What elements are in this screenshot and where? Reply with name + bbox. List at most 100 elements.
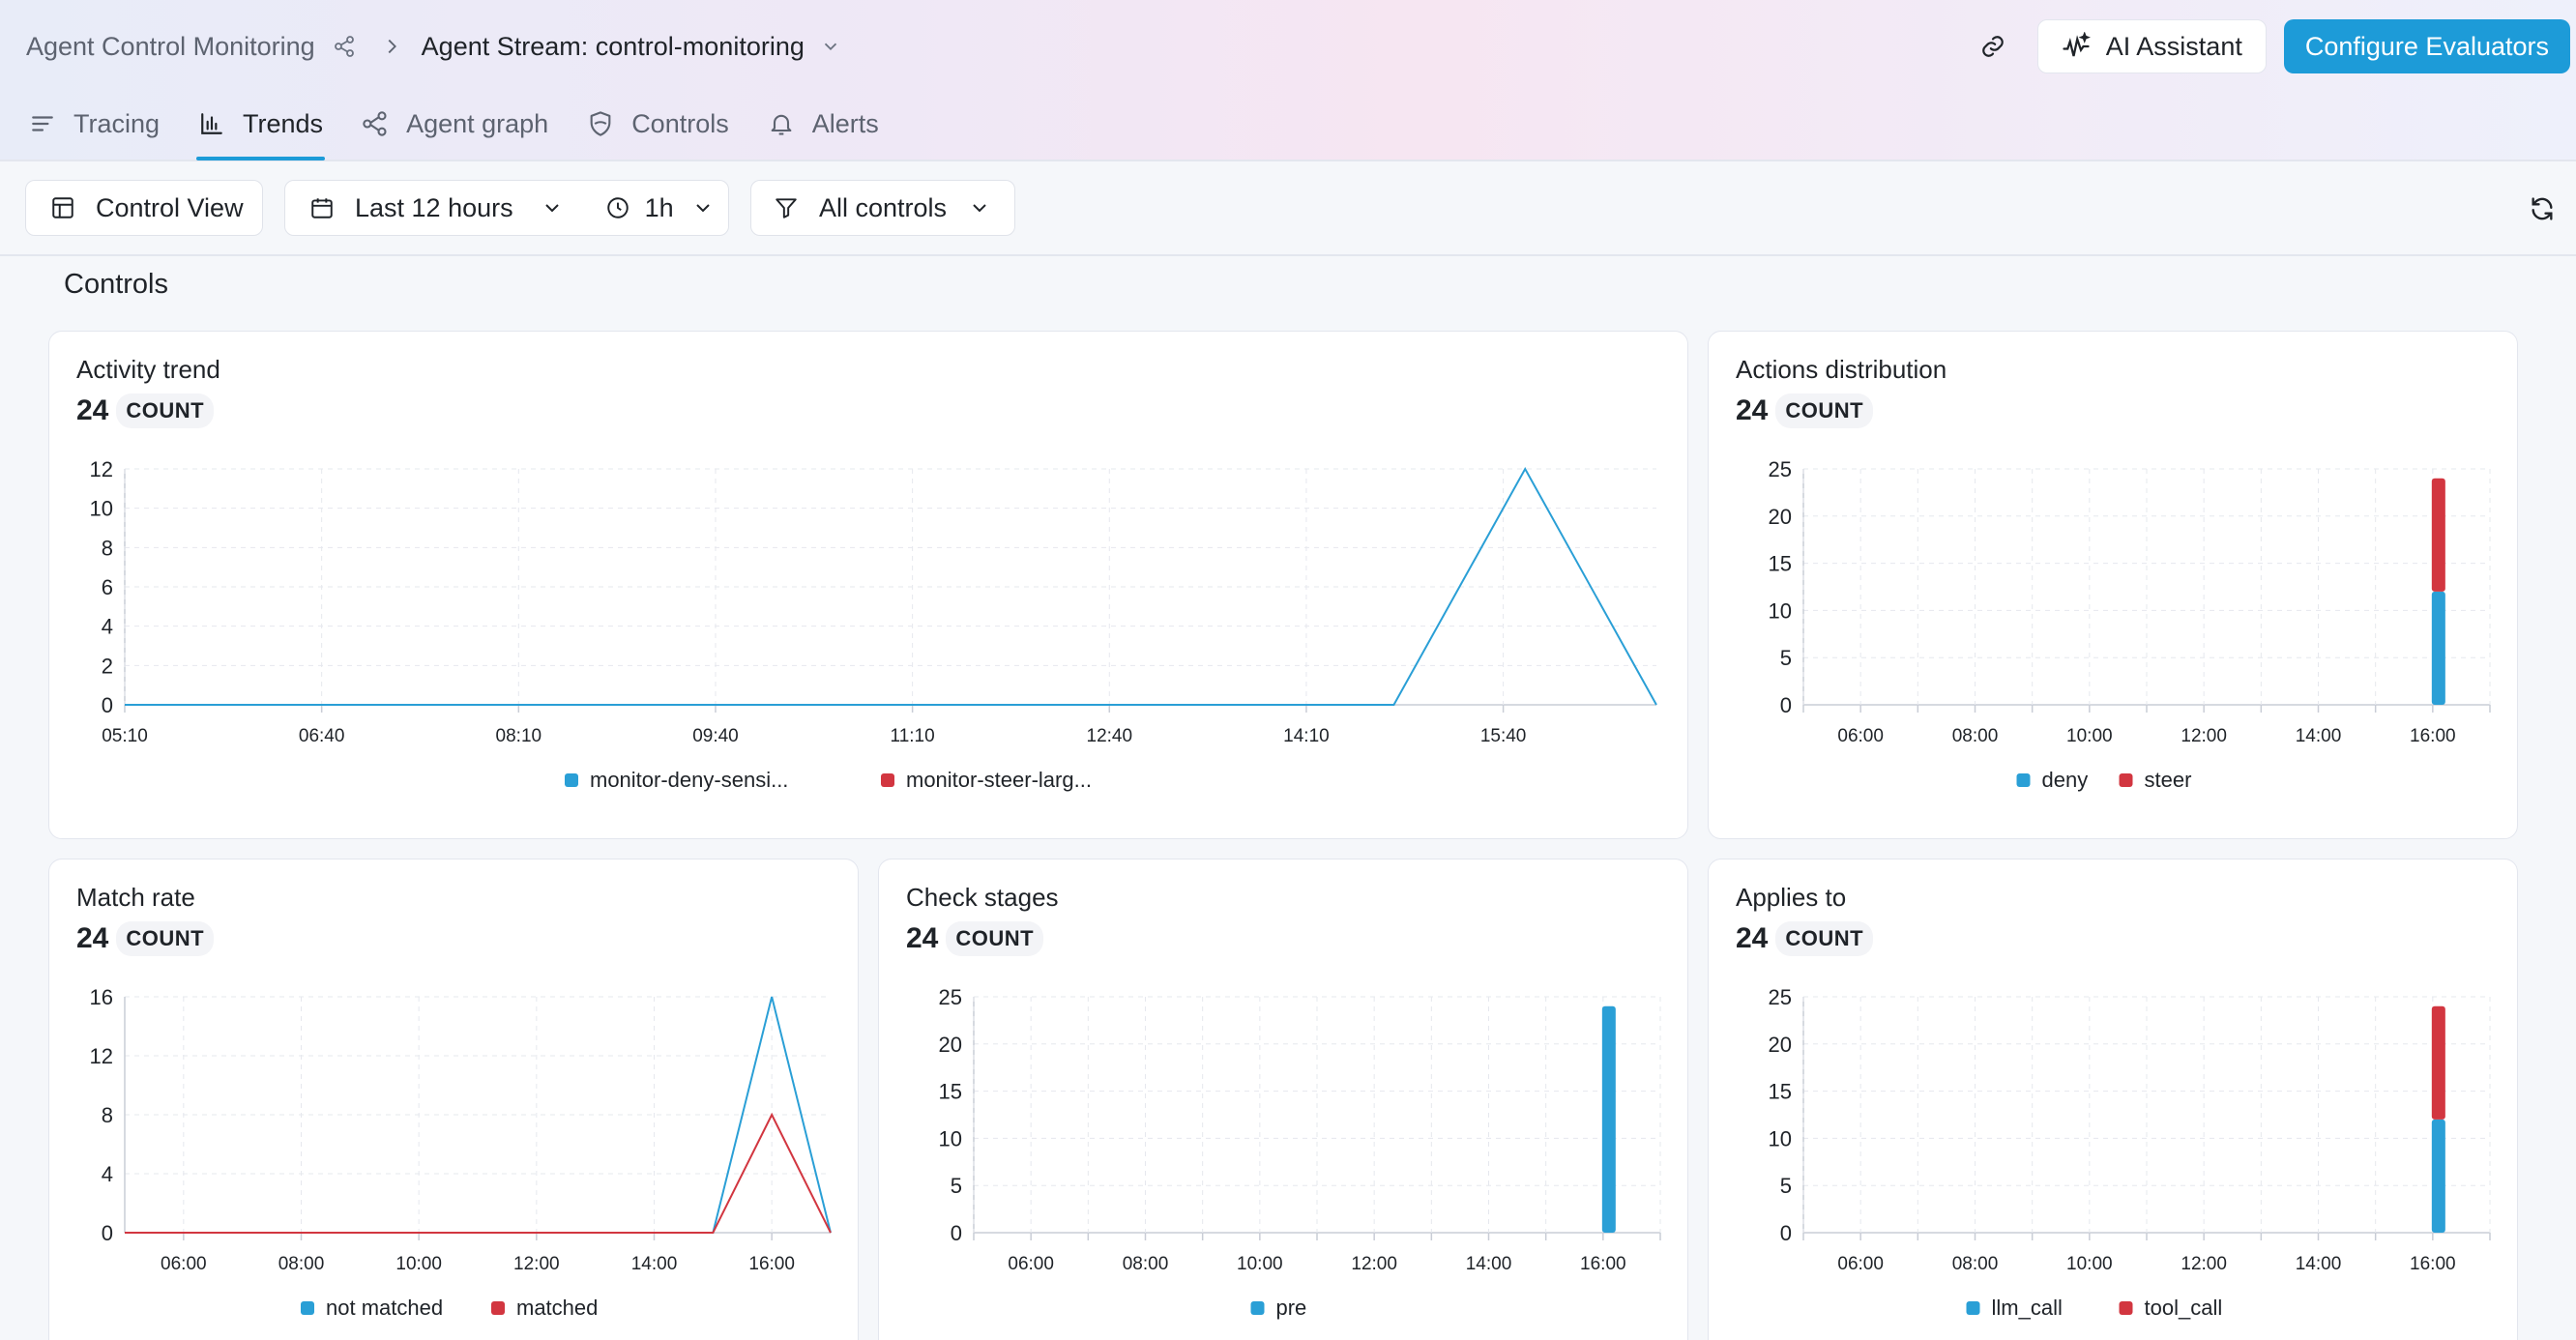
clock-icon[interactable] xyxy=(604,194,631,221)
x-tick-label: 06:00 xyxy=(1837,1254,1884,1274)
x-tick-label: 08:00 xyxy=(1123,1254,1169,1274)
bar-pre xyxy=(1601,1005,1616,1233)
configure-evaluators-button[interactable]: Configure Evaluators xyxy=(2283,19,2570,73)
tab-bar: Tracing Trends Agent graph Controls Aler… xyxy=(29,99,918,160)
graph-icon xyxy=(362,110,389,137)
x-tick-label: 14:00 xyxy=(631,1254,678,1274)
chevron-down-icon[interactable] xyxy=(818,34,843,59)
tab-trends[interactable]: Trends xyxy=(196,99,326,160)
y-tick-label: 20 xyxy=(1769,1033,1792,1057)
y-tick-label: 2 xyxy=(102,654,113,678)
y-tick-label: 15 xyxy=(939,1080,962,1104)
x-tick-label: 08:10 xyxy=(496,726,542,746)
y-tick-label: 4 xyxy=(102,1162,113,1186)
tab-controls[interactable]: Controls xyxy=(587,99,729,160)
x-tick-label: 12:00 xyxy=(1351,1254,1397,1274)
x-tick-label: 06:00 xyxy=(161,1254,207,1274)
filter-label: All controls xyxy=(819,192,948,222)
y-tick-label: 0 xyxy=(951,1221,962,1245)
legend-label: llm_call xyxy=(1992,1296,2063,1320)
copy-link-button[interactable] xyxy=(1966,19,2020,73)
x-tick-label: 11:10 xyxy=(891,726,935,746)
bell-icon xyxy=(768,110,795,137)
y-tick-label: 5 xyxy=(1780,1174,1792,1198)
tab-label: Agent graph xyxy=(406,108,549,138)
check-stages-card: Check stages 24 COUNT 0 5 10 15 20 25 06:00 08:… xyxy=(878,859,1688,1340)
y-tick-label: 15 xyxy=(1769,1080,1792,1104)
y-tick-label: 0 xyxy=(1780,1221,1792,1245)
x-tick-label: 12:00 xyxy=(2181,1254,2227,1274)
breadcrumb-parent[interactable]: Agent Control Monitoring xyxy=(26,32,315,62)
x-tick-label: 14:10 xyxy=(1283,726,1330,746)
y-tick-label: 0 xyxy=(102,1221,113,1245)
y-tick-label: 0 xyxy=(102,693,113,717)
x-tick-label: 09:40 xyxy=(692,726,739,746)
match-rate-chart: 0 4 8 12 16 06:00 08:00 10:00 12:00 14:00 16:00 not… xyxy=(90,985,832,1320)
x-tick-label: 08:00 xyxy=(278,1254,325,1274)
x-tick-label: 06:40 xyxy=(299,726,345,746)
y-tick-label: 16 xyxy=(90,985,113,1009)
calendar-icon[interactable] xyxy=(308,194,336,221)
x-tick-label: 10:00 xyxy=(1237,1254,1283,1274)
x-tick-label: 12:40 xyxy=(1087,726,1133,746)
list-icon xyxy=(29,110,56,137)
actions-distribution-card: Actions distribution 24 COUNT 0 5 10 15 20 25… xyxy=(1708,331,2518,839)
legend-label: tool_call xyxy=(2145,1296,2223,1320)
legend-label: pre xyxy=(1276,1296,1307,1320)
interval-label[interactable]: 1h xyxy=(645,193,674,223)
y-tick-label: 8 xyxy=(102,536,113,560)
view-label: Control View xyxy=(96,192,244,222)
y-tick-label: 6 xyxy=(102,575,113,599)
y-tick-label: 20 xyxy=(1769,505,1792,529)
x-tick-label: 12:00 xyxy=(513,1254,560,1274)
x-tick-label: 08:00 xyxy=(1952,726,1999,746)
ai-assistant-label: AI Assistant xyxy=(2105,31,2242,61)
y-tick-label: 0 xyxy=(1780,693,1792,717)
x-tick-label: 08:00 xyxy=(1952,1254,1999,1274)
tab-tracing[interactable]: Tracing xyxy=(29,99,160,160)
y-tick-label: 4 xyxy=(102,615,113,639)
legend-label: steer xyxy=(2145,768,2192,792)
y-tick-label: 10 xyxy=(1769,1126,1792,1151)
time-range-label[interactable]: Last 12 hours xyxy=(355,193,513,223)
section-title: Controls xyxy=(64,269,168,300)
layout-icon xyxy=(49,194,76,221)
bar-steer xyxy=(2431,478,2445,592)
legend-swatch xyxy=(881,773,894,787)
x-tick-label: 10:00 xyxy=(2066,726,2113,746)
tab-label: Trends xyxy=(243,108,324,138)
y-tick-label: 12 xyxy=(90,457,113,481)
actions-distribution-chart: 0 5 10 15 20 25 06:00 08:00 10:00 12:00 14:00 16:00… xyxy=(1769,457,2491,792)
bar-chart-icon xyxy=(198,110,225,137)
bar-tool-call xyxy=(2431,1005,2445,1120)
chevron-down-icon[interactable] xyxy=(689,194,717,221)
applies-to-chart: 0 5 10 15 20 25 06:00 08:00 10:00 12:00 14:00 16:00… xyxy=(1769,985,2491,1320)
ai-assistant-button[interactable]: AI Assistant xyxy=(2036,19,2267,73)
filter-toolbar: Control View Last 12 hours 1h All contro… xyxy=(0,161,2576,256)
y-tick-label: 25 xyxy=(939,985,962,1009)
tab-label: Controls xyxy=(631,108,729,138)
controls-filter-button[interactable]: All controls xyxy=(750,180,1015,236)
legend-swatch xyxy=(1250,1301,1265,1315)
legend-swatch xyxy=(301,1301,314,1315)
check-stages-chart: 0 5 10 15 20 25 06:00 08:00 10:00 12:00 14:00 16:00… xyxy=(939,985,1661,1320)
y-tick-label: 5 xyxy=(1780,646,1792,670)
applies-to-card: Applies to 24 COUNT 0 5 10 15 20 25 06:00 08:00… xyxy=(1708,859,2518,1340)
y-tick-label: 10 xyxy=(90,497,113,521)
x-tick-label: 16:00 xyxy=(2410,1254,2456,1274)
tab-agent-graph[interactable]: Agent graph xyxy=(362,99,548,160)
share-icon[interactable] xyxy=(331,33,358,60)
view-select-button[interactable]: Control View xyxy=(25,180,263,236)
y-tick-label: 25 xyxy=(1769,985,1792,1009)
refresh-icon[interactable] xyxy=(2528,194,2557,223)
bar-llm-call xyxy=(2431,1119,2445,1233)
legend-swatch xyxy=(565,773,578,787)
tab-alerts[interactable]: Alerts xyxy=(768,99,879,160)
legend-swatch xyxy=(2016,773,2031,787)
top-header: Agent Control Monitoring Agent Stream: c… xyxy=(0,0,2576,161)
x-tick-label: 15:40 xyxy=(1480,726,1527,746)
breadcrumb: Agent Control Monitoring Agent Stream: c… xyxy=(26,27,843,66)
x-tick-label: 14:00 xyxy=(1466,1254,1512,1274)
chevron-down-icon[interactable] xyxy=(539,194,566,221)
chevron-down-icon xyxy=(966,194,993,221)
